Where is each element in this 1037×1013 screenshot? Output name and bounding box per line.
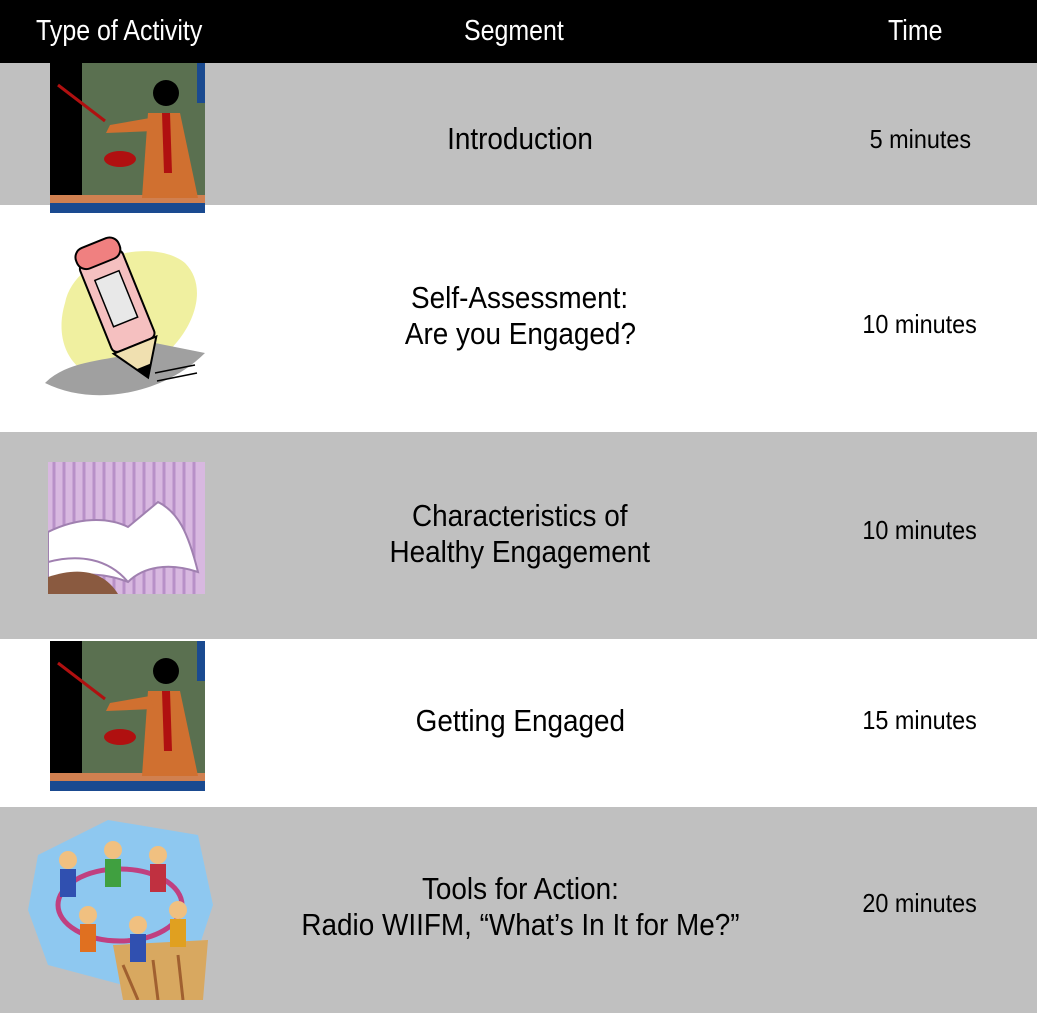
- time-self-assessment: 10 minutes: [862, 309, 978, 339]
- segment-self-assessment: Self-Assessment: Are you Engaged?: [404, 280, 636, 351]
- table-row: Introduction 5 minutes: [0, 63, 1037, 213]
- time-getting-engaged: 15 minutes: [862, 705, 978, 735]
- table-row: Getting Engaged 15 minutes: [0, 639, 1037, 794]
- segment-characteristics: Characteristics of Healthy Engagement: [389, 498, 651, 569]
- segment-getting-engaged: Getting Engaged: [415, 703, 625, 738]
- time-introduction: 5 minutes: [869, 124, 971, 154]
- table-row: Self-Assessment: Are you Engaged? 10 min…: [0, 205, 1037, 432]
- open-book-icon: [48, 462, 205, 594]
- teacher-lecture-icon: [50, 63, 205, 213]
- pencil-icon: [45, 236, 205, 396]
- teacher-lecture-icon: [50, 641, 205, 791]
- group-circle-people-icon: [28, 820, 213, 1000]
- segment-introduction: Introduction: [447, 121, 593, 156]
- time-characteristics: 10 minutes: [862, 515, 978, 545]
- header-segment: Segment: [464, 15, 564, 47]
- header-type-of-activity: Type of Activity: [36, 15, 203, 47]
- table-row: Tools for Action: Radio WIIFM, “What’s I…: [0, 807, 1037, 1013]
- table-header: Type of Activity Segment Time: [0, 0, 1037, 63]
- time-tools-for-action: 20 minutes: [862, 888, 978, 918]
- header-time: Time: [888, 15, 943, 47]
- segment-tools-for-action: Tools for Action: Radio WIIFM, “What’s I…: [300, 871, 740, 942]
- table-row: Characteristics of Healthy Engagement 10…: [0, 432, 1037, 639]
